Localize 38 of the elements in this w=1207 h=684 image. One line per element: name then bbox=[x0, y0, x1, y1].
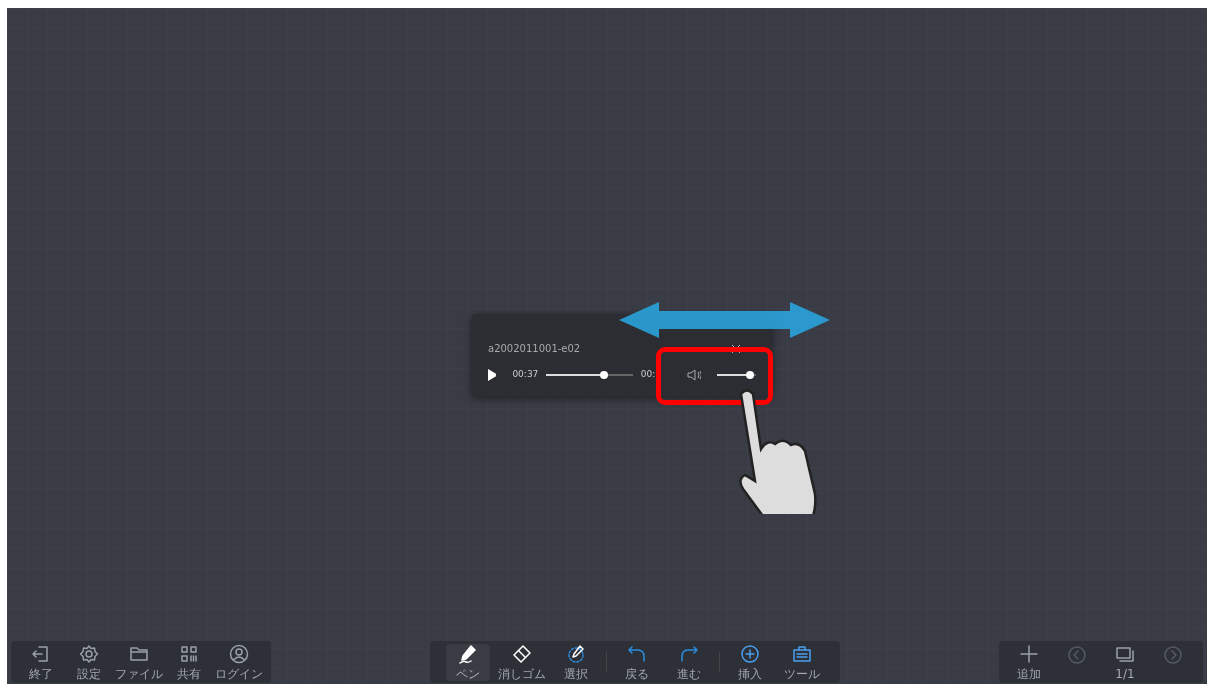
toolbar-button[interactable]: ペン bbox=[446, 643, 490, 681]
toolbar-button[interactable]: ツール bbox=[780, 643, 824, 681]
window-title: a2002011001-e02 bbox=[488, 341, 581, 356]
gear-icon bbox=[79, 643, 99, 664]
volume-thumb[interactable] bbox=[746, 370, 755, 379]
progress-slider[interactable] bbox=[546, 373, 633, 376]
volume-slider[interactable] bbox=[716, 373, 756, 376]
plus-circle-icon bbox=[740, 643, 760, 664]
toolbar-button[interactable]: 設定 bbox=[67, 643, 111, 681]
exit-icon bbox=[31, 643, 51, 664]
toolbar-button[interactable]: 1/1 bbox=[1103, 643, 1147, 681]
toolbar-button[interactable]: 選択 bbox=[554, 643, 598, 681]
lasso-pen-icon bbox=[566, 643, 586, 664]
toolbar-button[interactable]: 追加 bbox=[1007, 643, 1051, 681]
close-icon bbox=[732, 344, 740, 353]
end-time: 00: bbox=[640, 368, 656, 381]
play-icon[interactable] bbox=[488, 368, 497, 381]
speaker-icon[interactable] bbox=[687, 368, 701, 381]
undo-icon bbox=[627, 643, 647, 664]
toolbar-button[interactable]: ファイル bbox=[115, 643, 163, 681]
redo-icon bbox=[679, 643, 699, 664]
toolbar-button[interactable]: 終了 bbox=[19, 643, 63, 681]
grid-icon bbox=[179, 643, 199, 664]
next-icon bbox=[1163, 645, 1183, 665]
toolbar-button[interactable]: 戻る bbox=[615, 643, 659, 681]
toolbar-button[interactable]: 消しゴム bbox=[498, 643, 546, 681]
plus-icon bbox=[1019, 643, 1039, 664]
toolbox-icon bbox=[792, 643, 812, 664]
eraser-icon bbox=[512, 643, 532, 664]
progress-thumb[interactable] bbox=[599, 370, 608, 379]
toolbar-button[interactable]: 共有 bbox=[167, 643, 211, 681]
pen-icon bbox=[458, 643, 478, 664]
toolbar-button[interactable]: ログイン bbox=[215, 643, 263, 681]
toolbar-button[interactable]: 進む bbox=[667, 643, 711, 681]
user-icon bbox=[229, 643, 249, 664]
previous-icon bbox=[1067, 645, 1087, 665]
current-time: 00:37 bbox=[512, 368, 539, 381]
toolbar-button[interactable]: 挿入 bbox=[728, 643, 772, 681]
